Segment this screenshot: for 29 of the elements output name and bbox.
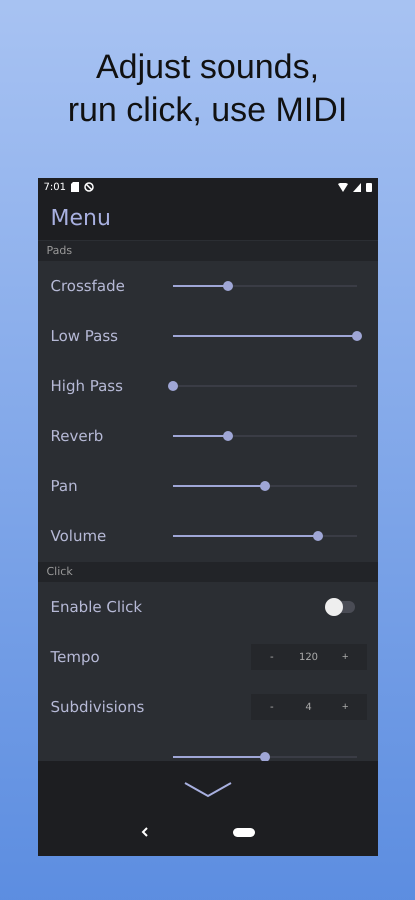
increment-button[interactable]: + — [324, 694, 367, 720]
setting-label: High Pass — [50, 377, 124, 395]
setting-label: Volume — [50, 527, 108, 545]
headline-text: run click, use MIDI — [68, 90, 348, 131]
sim-card-icon — [70, 182, 79, 192]
section-header: Click — [38, 562, 378, 582]
setting-label: Tempo — [50, 648, 101, 666]
setting-label: Subdivisions — [50, 698, 146, 716]
signal-icon — [352, 182, 360, 192]
back-icon[interactable] — [140, 827, 148, 837]
wifi-icon — [338, 182, 348, 192]
setting-label: Low Pass — [50, 327, 119, 345]
home-pill[interactable] — [232, 828, 254, 836]
stepper-value: 4 — [304, 702, 313, 712]
increment-button[interactable]: + — [324, 644, 367, 670]
setting-label: Crossfade — [50, 277, 126, 295]
stepper-value: 120 — [298, 652, 320, 662]
app-title: Menu — [50, 206, 111, 230]
setting-label: Enable Click — [50, 598, 144, 616]
section-header: Pads — [38, 241, 378, 261]
chevron-down-icon[interactable] — [182, 781, 232, 799]
decrement-button[interactable]: - — [250, 644, 294, 670]
decrement-button[interactable]: - — [250, 694, 294, 720]
blocked-icon — [84, 182, 94, 192]
headline-text: Adjust sounds, — [96, 47, 320, 88]
battery-icon — [366, 182, 372, 192]
setting-label: Reverb — [50, 427, 104, 445]
status-time: 7:01 — [44, 182, 66, 192]
setting-label: Pan — [50, 477, 79, 495]
